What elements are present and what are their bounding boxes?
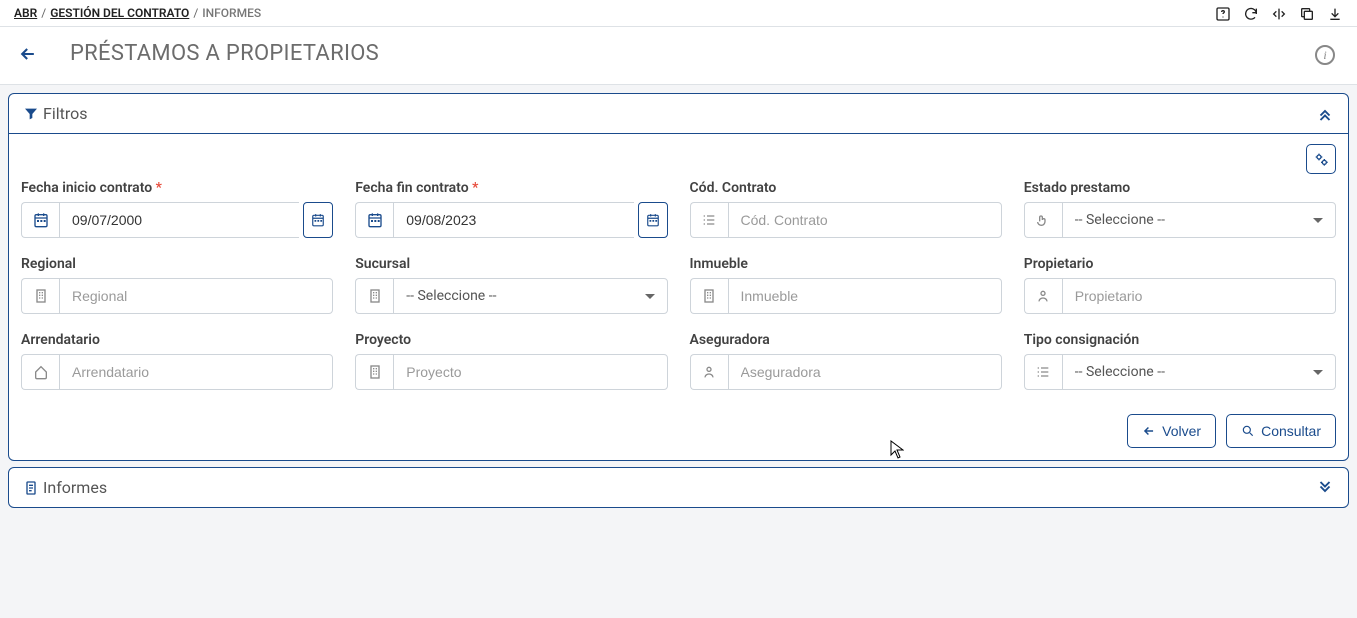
aseguradora-field: Aseguradora: [690, 332, 1002, 390]
informes-panel: Informes: [8, 467, 1349, 508]
volver-button[interactable]: Volver: [1127, 414, 1216, 448]
page-title: PRÉSTAMOS A PROPIETARIOS: [70, 41, 379, 66]
help-icon[interactable]: [1215, 6, 1231, 22]
user-icon: [1024, 278, 1062, 314]
split-icon[interactable]: [1271, 6, 1287, 22]
propietario-field: Propietario: [1024, 256, 1336, 314]
fecha-fin-field: Fecha fin contrato *: [355, 180, 667, 238]
consultar-button[interactable]: Consultar: [1226, 414, 1336, 448]
info-icon[interactable]: i: [1315, 45, 1335, 65]
document-icon: [23, 480, 39, 496]
chevron-down-icon: [1313, 218, 1323, 223]
arrendatario-field: Arrendatario: [21, 332, 333, 390]
download-icon[interactable]: [1327, 6, 1343, 22]
building-icon: [21, 278, 59, 314]
estado-field: Estado prestamo -- Seleccione --: [1024, 180, 1336, 238]
propietario-input[interactable]: [1062, 278, 1336, 314]
tipo-consig-select[interactable]: -- Seleccione --: [1062, 354, 1336, 390]
building-icon: [355, 354, 393, 390]
top-actions: [1215, 6, 1343, 22]
arrow-left-icon: [1142, 424, 1156, 438]
filters-panel-title: Filtros: [43, 104, 88, 123]
calendar-icon: [355, 202, 393, 238]
regional-field: Regional: [21, 256, 333, 314]
filters-panel: Filtros Fecha inicio contrato *: [8, 93, 1349, 461]
calendar-icon: [21, 202, 59, 238]
fecha-fin-picker[interactable]: [638, 202, 668, 238]
search-icon: [1241, 424, 1255, 438]
page-header: PRÉSTAMOS A PROPIETARIOS i: [0, 27, 1357, 85]
hand-icon: [1024, 202, 1062, 238]
building-icon: [690, 278, 728, 314]
arrendatario-input[interactable]: [59, 354, 333, 390]
regional-input[interactable]: [59, 278, 333, 314]
back-button[interactable]: [18, 44, 38, 64]
breadcrumb-current: INFORMES: [202, 6, 261, 20]
copy-icon[interactable]: [1299, 6, 1315, 22]
chevron-down-icon: [645, 294, 655, 299]
sucursal-select[interactable]: -- Seleccione --: [393, 278, 667, 314]
tipo-consig-field: Tipo consignación -- Seleccione --: [1024, 332, 1336, 390]
sucursal-field: Sucursal -- Seleccione --: [355, 256, 667, 314]
gears-icon: [1313, 151, 1329, 167]
collapse-icon[interactable]: [1316, 105, 1334, 123]
refresh-icon[interactable]: [1243, 6, 1259, 22]
proyecto-field: Proyecto: [355, 332, 667, 390]
aseguradora-input[interactable]: [728, 354, 1002, 390]
topbar: ABR / GESTIÓN DEL CONTRATO / INFORMES: [0, 0, 1357, 27]
cod-contrato-field: Cód. Contrato: [690, 180, 1002, 238]
house-icon: [21, 354, 59, 390]
list-icon: [1024, 354, 1062, 390]
list-icon: [690, 202, 728, 238]
fecha-inicio-field: Fecha inicio contrato *: [21, 180, 333, 238]
informes-panel-header[interactable]: Informes: [9, 468, 1348, 507]
informes-panel-title: Informes: [43, 478, 107, 497]
proyecto-input[interactable]: [393, 354, 667, 390]
expand-icon[interactable]: [1316, 479, 1334, 497]
building-icon: [355, 278, 393, 314]
breadcrumb-root[interactable]: ABR: [14, 6, 37, 20]
breadcrumb: ABR / GESTIÓN DEL CONTRATO / INFORMES: [14, 6, 261, 20]
estado-select[interactable]: -- Seleccione --: [1062, 202, 1336, 238]
cod-contrato-input[interactable]: [728, 202, 1002, 238]
fecha-inicio-picker[interactable]: [303, 202, 333, 238]
inmueble-input[interactable]: [728, 278, 1002, 314]
fecha-fin-input[interactable]: [393, 202, 633, 238]
inmueble-field: Inmueble: [690, 256, 1002, 314]
fecha-inicio-input[interactable]: [59, 202, 299, 238]
settings-button[interactable]: [1306, 144, 1336, 174]
user-icon: [690, 354, 728, 390]
chevron-down-icon: [1313, 370, 1323, 375]
breadcrumb-section[interactable]: GESTIÓN DEL CONTRATO: [50, 6, 189, 20]
filter-icon: [23, 106, 39, 122]
filters-panel-header[interactable]: Filtros: [9, 94, 1348, 133]
